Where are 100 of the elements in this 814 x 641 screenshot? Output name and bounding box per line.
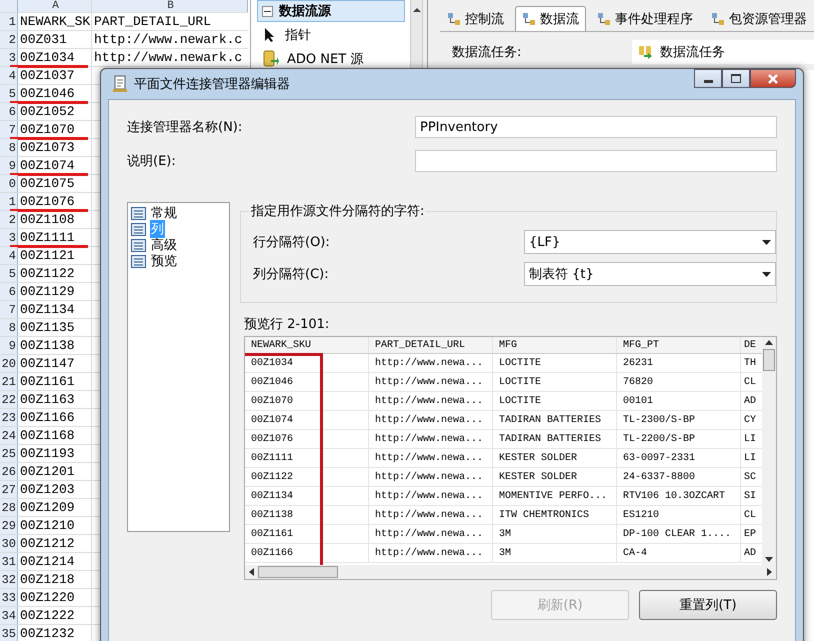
- row-number: 20: [0, 355, 18, 372]
- scroll-right-icon[interactable]: [767, 568, 772, 576]
- toolbox-item[interactable]: 指针: [285, 26, 311, 44]
- toolbox-item[interactable]: ADO NET 源: [287, 50, 364, 68]
- row-number: 3: [0, 49, 18, 66]
- scroll-down-icon[interactable]: [765, 557, 773, 562]
- delimiter-dropdown[interactable]: {LF}: [524, 230, 776, 254]
- table-cell: LOCTITE: [493, 373, 617, 391]
- preview-label: 预览行 2-101:: [244, 316, 330, 333]
- document-icon: [112, 75, 128, 93]
- vertical-scrollbar[interactable]: [762, 337, 776, 565]
- column-header[interactable]: A: [18, 0, 92, 12]
- table-cell: 00Z1122: [245, 468, 369, 486]
- tab-icon: [597, 12, 611, 26]
- table-cell: CA-4: [617, 544, 741, 562]
- table-cell: 00Z1108: [18, 211, 92, 228]
- row-number: 22: [0, 391, 18, 408]
- navigation-item[interactable]: 高级: [150, 236, 178, 254]
- table-cell: 00Z1161: [245, 525, 369, 543]
- scroll-thumb[interactable]: [258, 566, 338, 578]
- group-label: 数据流源: [279, 2, 331, 20]
- row-number: 7: [0, 121, 18, 138]
- toolbox-group[interactable]: 数据流源: [257, 0, 405, 22]
- row-number: 9: [0, 337, 18, 354]
- source-icon: [263, 50, 279, 68]
- table-cell: KESTER SOLDER: [493, 449, 617, 467]
- table-cell: 63-0097-2331: [617, 449, 741, 467]
- table-cell: TL-2300/S-BP: [617, 411, 741, 429]
- row-number: 4: [0, 67, 18, 84]
- table-cell: 24-6337-8800: [617, 468, 741, 486]
- minimize-button[interactable]: [694, 69, 722, 88]
- table-cell: http://www.newa...: [369, 354, 493, 372]
- table-cell: 00101: [617, 392, 741, 410]
- name-label: 连接管理器名称(N):: [127, 119, 242, 136]
- close-button[interactable]: [750, 69, 796, 88]
- scrollbar[interactable]: [410, 0, 423, 70]
- tab[interactable]: 事件处理程序: [590, 6, 700, 31]
- table-cell: 00Z1052: [18, 103, 92, 120]
- dropdown-arrow-icon: [762, 240, 771, 244]
- table-cell: 00Z1218: [18, 571, 92, 588]
- dialog-button[interactable]: 重置列(T): [639, 590, 777, 620]
- table-cell: 00Z1134: [245, 487, 369, 505]
- table-cell: http://www.newa...: [369, 506, 493, 524]
- column-header[interactable]: NEWARK_SKU: [245, 337, 369, 353]
- row-number: 3: [0, 229, 18, 246]
- table-cell: http://www.newark.c: [94, 50, 242, 65]
- row-number: 6: [0, 283, 18, 300]
- scroll-thumb[interactable]: [763, 349, 775, 371]
- column-header[interactable]: MFG_PT: [617, 337, 741, 353]
- row-number: 2: [0, 211, 18, 228]
- row-number: 1: [0, 193, 18, 210]
- table-cell: 00Z1214: [18, 553, 92, 570]
- row-number: 33: [0, 589, 18, 606]
- table-cell: TL-2200/S-BP: [617, 430, 741, 448]
- table-cell: DP-100 CLEAR 1....: [617, 525, 741, 543]
- table-cell: http://www.newa...: [369, 430, 493, 448]
- column-header[interactable]: PART_DETAIL_URL: [369, 337, 493, 353]
- navigation-item[interactable]: 常规: [150, 204, 178, 222]
- table-cell: 00Z1163: [18, 391, 92, 408]
- table-cell: 00Z1166: [18, 409, 92, 426]
- column-header[interactable]: MFG: [493, 337, 617, 353]
- table-cell: http://www.newark.c: [94, 32, 242, 47]
- row-number: 8: [0, 139, 18, 156]
- table-cell: http://www.newa...: [369, 449, 493, 467]
- table-cell: LOCTITE: [493, 392, 617, 410]
- delimiter-dropdown[interactable]: 制表符 {t}: [524, 262, 776, 286]
- scroll-up-icon[interactable]: [765, 340, 773, 345]
- page-icon: [131, 238, 146, 252]
- row-number: 25: [0, 445, 18, 462]
- table-cell: 00Z1070: [245, 392, 369, 410]
- task-dropdown[interactable]: 数据流任务: [632, 40, 814, 64]
- tab-icon: [522, 12, 536, 26]
- table-cell: http://www.newa...: [369, 373, 493, 391]
- column-header[interactable]: B: [92, 0, 248, 12]
- group-title: 指定用作源文件分隔符的字符:: [250, 203, 426, 220]
- tab[interactable]: 控制流: [440, 6, 511, 31]
- table-cell: 00Z1203: [18, 481, 92, 498]
- table-cell: 00Z1122: [18, 265, 92, 282]
- table-cell: NEWARK_SK: [18, 13, 92, 30]
- name-input[interactable]: PPInventory: [415, 116, 777, 138]
- collapse-icon[interactable]: [262, 6, 273, 16]
- table-cell: 00Z1135: [18, 319, 92, 336]
- table-cell: LOCTITE: [493, 354, 617, 372]
- table-cell: 00Z1073: [18, 139, 92, 156]
- table-cell: 00Z1134: [18, 301, 92, 318]
- tab[interactable]: 数据流: [515, 6, 586, 31]
- table-cell: 00Z1046: [245, 373, 369, 391]
- table-cell: 00Z1076: [245, 430, 369, 448]
- maximize-button[interactable]: [722, 69, 750, 88]
- table-cell: 00Z1138: [18, 337, 92, 354]
- navigation-item[interactable]: 预览: [150, 252, 178, 270]
- description-input[interactable]: [415, 150, 777, 172]
- row-number: 30: [0, 535, 18, 552]
- table-cell: 00Z1129: [18, 283, 92, 300]
- row-number: 4: [0, 247, 18, 264]
- tab-icon: [711, 12, 725, 26]
- table-cell: http://www.newa...: [369, 525, 493, 543]
- tab[interactable]: 包资源管理器: [704, 6, 814, 31]
- row-number: 1: [0, 13, 18, 30]
- horizontal-scrollbar[interactable]: [245, 565, 776, 579]
